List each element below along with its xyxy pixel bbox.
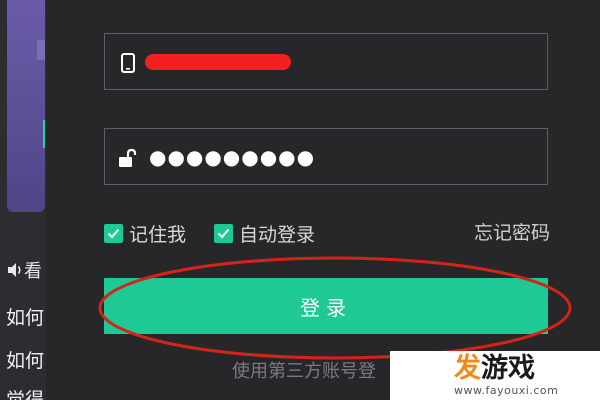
background-speaker-text: 看 [24, 261, 42, 282]
background-text-line: 觉得 [6, 389, 45, 400]
watermark-url: www.fayouxi.com [454, 384, 559, 397]
watermark-logo: 发游戏 [454, 353, 535, 385]
background-speaker-row: 看 [6, 258, 46, 282]
redacted-phone-number [145, 54, 291, 70]
password-value: ●●●●●●●●● [149, 145, 316, 169]
watermark-logo-text: 游戏 [481, 353, 535, 384]
site-watermark: 发游戏 www.fayouxi.com [390, 351, 600, 400]
remember-me-checkbox[interactable]: 记住我 [104, 220, 186, 246]
banner-glyph [37, 40, 45, 60]
watermark-logo-accent: 发 [454, 353, 481, 384]
background-text-line: 如何 [6, 307, 45, 329]
auto-login-checkbox[interactable]: 自动登录 [214, 220, 315, 246]
third-party-login-text: 使用第三方账号登 [232, 361, 376, 382]
mobile-phone-icon [121, 53, 135, 73]
background-banner [7, 0, 45, 212]
password-field[interactable]: ●●●●●●●●● [104, 128, 548, 185]
checkmark-icon [107, 228, 120, 238]
checkbox-checked [104, 223, 123, 243]
background-page: 看 如何 如何 觉得 [0, 0, 46, 400]
auto-login-label: 自动登录 [239, 223, 316, 246]
background-text-line: 如何 [6, 350, 45, 372]
speaker-icon [8, 263, 21, 277]
phone-field[interactable] [104, 33, 548, 90]
forgot-password-link[interactable]: 忘记密码 [474, 220, 550, 246]
checkmark-icon [217, 228, 230, 238]
banner-accent [43, 120, 45, 148]
login-dialog: ●●●●●●●●● 记住我 自动登录 忘记密码 登录 使用第三方账号登 [46, 0, 600, 400]
unlock-icon [119, 148, 137, 167]
checkbox-checked [214, 223, 233, 243]
login-button[interactable]: 登录 [104, 278, 548, 334]
remember-me-label: 记住我 [129, 223, 187, 246]
